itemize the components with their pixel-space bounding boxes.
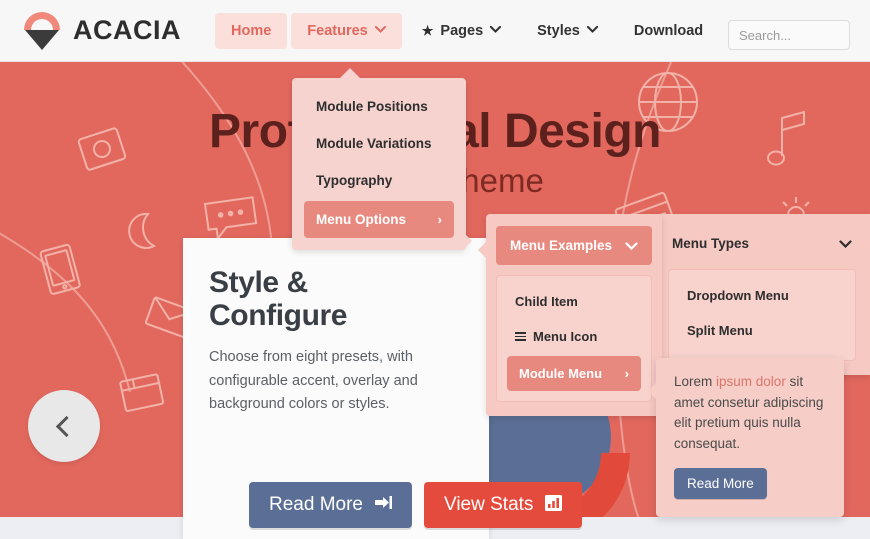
brand-logo[interactable]: ACACIA [20,8,181,52]
top-navigation-bar: ACACIA Home Features ★ Pages Styles Down… [0,0,870,62]
submenu-item-dropdown-menu-label: Dropdown Menu [687,288,789,303]
nav-item-styles-label: Styles [537,23,580,39]
hamburger-icon [515,332,526,341]
page-root: ACACIA Home Features ★ Pages Styles Down… [0,0,870,539]
submenu-item-child-item[interactable]: Child Item [497,284,651,319]
menu-types-panel: Menu Types Dropdown Menu Split Menu [654,214,870,375]
brand-name: ACACIA [73,14,181,45]
features-dropdown-panel: Module Positions Module Variations Typog… [292,78,466,250]
submenu-item-split-menu-label: Split Menu [687,323,753,338]
menu-examples-header-label: Menu Examples [510,238,613,253]
module-flyout-text-highlight: ipsum dolor [716,374,786,389]
nav-item-features[interactable]: Features [291,13,402,49]
acacia-logo-icon [20,8,64,52]
carousel-prev-button[interactable] [28,390,100,462]
main-nav: Home Features ★ Pages Styles Download [215,13,719,49]
feature-card-heading: Style & Configure [209,266,463,332]
menu-item-typography[interactable]: Typography [292,162,466,199]
features-dropdown-notch [463,232,472,250]
nav-item-pages[interactable]: ★ Pages [406,13,517,49]
chevron-down-icon [839,236,852,251]
feature-card-heading-line2: Configure [209,299,348,332]
feature-card-body: Choose from eight presets, with configur… [209,349,418,413]
menu-examples-header[interactable]: Menu Examples [496,226,652,265]
view-stats-button-label: View Stats [444,494,534,515]
menu-item-typography-label: Typography [316,173,393,188]
bar-chart-icon [545,494,563,516]
submenu-item-menu-icon[interactable]: Menu Icon [497,319,651,354]
menu-item-module-variations[interactable]: Module Variations [292,125,466,162]
menu-examples-panel: Menu Examples Child Item Menu Icon Modul… [486,214,662,416]
module-flyout-text-before: Lorem [674,374,717,389]
chevron-right-icon: › [624,366,629,381]
logo-fan-shape [25,30,59,50]
chevron-right-icon: › [437,212,442,227]
chevron-down-icon [586,26,598,36]
submenu-item-split-menu[interactable]: Split Menu [669,313,855,348]
menu-types-header-label: Menu Types [672,236,750,251]
nav-item-home[interactable]: Home [215,13,288,49]
read-more-button-label: Read More [269,494,363,515]
nav-item-download-label: Download [633,23,704,39]
module-flyout-notch [648,382,657,400]
menu-item-module-variations-label: Module Variations [316,136,432,151]
chevron-left-icon [55,415,78,437]
submenu-item-menu-icon-label: Menu Icon [533,329,598,344]
nav-item-features-label: Features [307,23,368,39]
logo-arch-shape [24,12,60,30]
menu-item-menu-options-label: Menu Options [316,212,406,227]
features-dropdown-arrow [339,68,361,79]
search-box[interactable]: Search... [728,20,850,50]
nav-item-styles[interactable]: Styles [521,13,614,49]
read-more-button[interactable]: Read More [249,482,412,528]
menu-item-module-positions[interactable]: Module Positions [292,88,466,125]
flyout-read-more-button[interactable]: Read More [674,468,767,500]
submenu-item-child-item-label: Child Item [515,294,578,309]
menu-examples-submenu: Child Item Menu Icon Module Menu › [496,275,652,402]
chevron-down-icon [490,26,502,36]
menu-examples-notch [478,241,487,259]
star-icon: ★ [421,23,434,38]
chevron-down-icon [374,26,386,36]
submenu-item-module-menu-label: Module Menu [519,366,603,381]
feature-card-heading-line1: Style & [209,266,308,299]
sign-in-icon [375,495,392,515]
nav-item-download[interactable]: Download [618,13,719,49]
menu-item-module-positions-label: Module Positions [316,99,428,114]
module-flyout-text: Lorem ipsum dolor sit amet consetur adip… [674,372,826,454]
menu-item-menu-options[interactable]: Menu Options › [304,201,454,238]
menu-types-submenu: Dropdown Menu Split Menu [668,269,856,361]
menu-types-header[interactable]: Menu Types [668,226,856,261]
submenu-item-dropdown-menu[interactable]: Dropdown Menu [669,278,855,313]
view-stats-button[interactable]: View Stats [424,482,583,528]
submenu-item-module-menu[interactable]: Module Menu › [507,356,641,391]
search-placeholder: Search... [739,27,792,43]
chevron-down-icon [625,238,638,253]
nav-item-home-label: Home [231,23,272,39]
nav-item-pages-label: Pages [440,23,484,39]
module-flyout: Lorem ipsum dolor sit amet consetur adip… [656,358,844,518]
hero-cta-buttons: Read More View Stats [249,482,583,528]
